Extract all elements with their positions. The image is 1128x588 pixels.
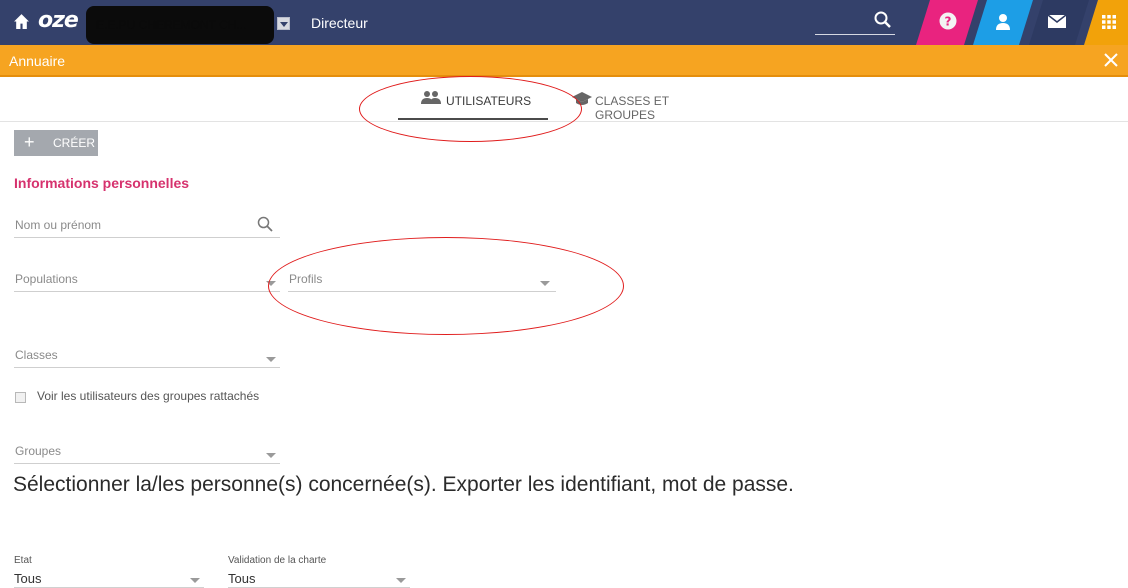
chevron-down-icon bbox=[190, 578, 200, 583]
user-role: Directeur bbox=[311, 15, 368, 31]
charte-filter-select[interactable]: Tous bbox=[228, 571, 410, 588]
charte-filter-label: Validation de la charte bbox=[228, 555, 327, 566]
profile-tile[interactable] bbox=[973, 0, 1033, 45]
chevron-down-icon bbox=[266, 357, 276, 362]
groupes-placeholder: Groupes bbox=[15, 444, 62, 458]
oze-logo[interactable]: oze bbox=[38, 8, 79, 33]
chevron-down-icon bbox=[266, 453, 276, 458]
module-bar: Annuaire bbox=[0, 45, 1128, 77]
module-title: Annuaire bbox=[9, 53, 66, 69]
home-icon[interactable] bbox=[13, 13, 30, 30]
classes-select[interactable]: Classes bbox=[14, 344, 280, 368]
chevron-down-icon bbox=[396, 578, 406, 583]
create-button-label: CRÉER bbox=[53, 136, 96, 150]
apps-tile[interactable] bbox=[1084, 0, 1128, 45]
etat-filter-value: Tous bbox=[14, 571, 42, 586]
classes-placeholder: Classes bbox=[15, 348, 58, 362]
instruction-text: Sélectionner la/les personne(s) concerné… bbox=[13, 473, 794, 496]
name-search-placeholder: Nom ou prénom bbox=[15, 218, 102, 232]
search-icon[interactable] bbox=[873, 10, 893, 30]
tab-classes-label: CLASSES ET GROUPES bbox=[595, 94, 669, 122]
create-button[interactable]: + CRÉER bbox=[14, 130, 98, 156]
name-search-input[interactable]: Nom ou prénom bbox=[14, 214, 280, 238]
svg-text:?: ? bbox=[945, 15, 952, 29]
groupes-select[interactable]: Groupes bbox=[14, 440, 280, 464]
section-title: Informations personnelles bbox=[14, 175, 190, 191]
tab-classes-et-groupes[interactable]: CLASSES ET GROUPES bbox=[572, 90, 732, 122]
messages-tile[interactable] bbox=[1029, 0, 1089, 45]
school-selector[interactable]: E.E.PU CHEREMONT CH... bbox=[86, 6, 274, 44]
global-search-input[interactable] bbox=[815, 34, 895, 35]
help-icon: ? bbox=[939, 12, 957, 30]
attached-groups-checkbox[interactable] bbox=[15, 392, 26, 403]
populations-select[interactable]: Populations bbox=[14, 268, 280, 292]
annotation-ellipse-users-tab bbox=[359, 76, 582, 142]
mail-icon bbox=[1048, 15, 1066, 28]
help-tile[interactable]: ? bbox=[916, 0, 978, 45]
annotation-ellipse-profils bbox=[268, 237, 624, 335]
charte-filter-value: Tous bbox=[228, 571, 256, 586]
etat-filter-select[interactable]: Tous bbox=[14, 571, 204, 588]
attached-groups-label[interactable]: Voir les utilisateurs des groupes rattac… bbox=[37, 389, 259, 403]
top-navigation-bar: oze E.E.PU CHEREMONT CH... Directeur ? bbox=[0, 0, 1128, 45]
school-dropdown-arrow-icon[interactable] bbox=[277, 17, 290, 30]
etat-filter-label: Etat bbox=[14, 555, 32, 566]
plus-icon: + bbox=[24, 132, 35, 152]
user-icon bbox=[996, 14, 1010, 30]
search-icon[interactable] bbox=[257, 216, 273, 232]
close-icon[interactable] bbox=[1102, 51, 1120, 69]
populations-placeholder: Populations bbox=[15, 272, 78, 286]
apps-grid-icon bbox=[1102, 15, 1116, 29]
